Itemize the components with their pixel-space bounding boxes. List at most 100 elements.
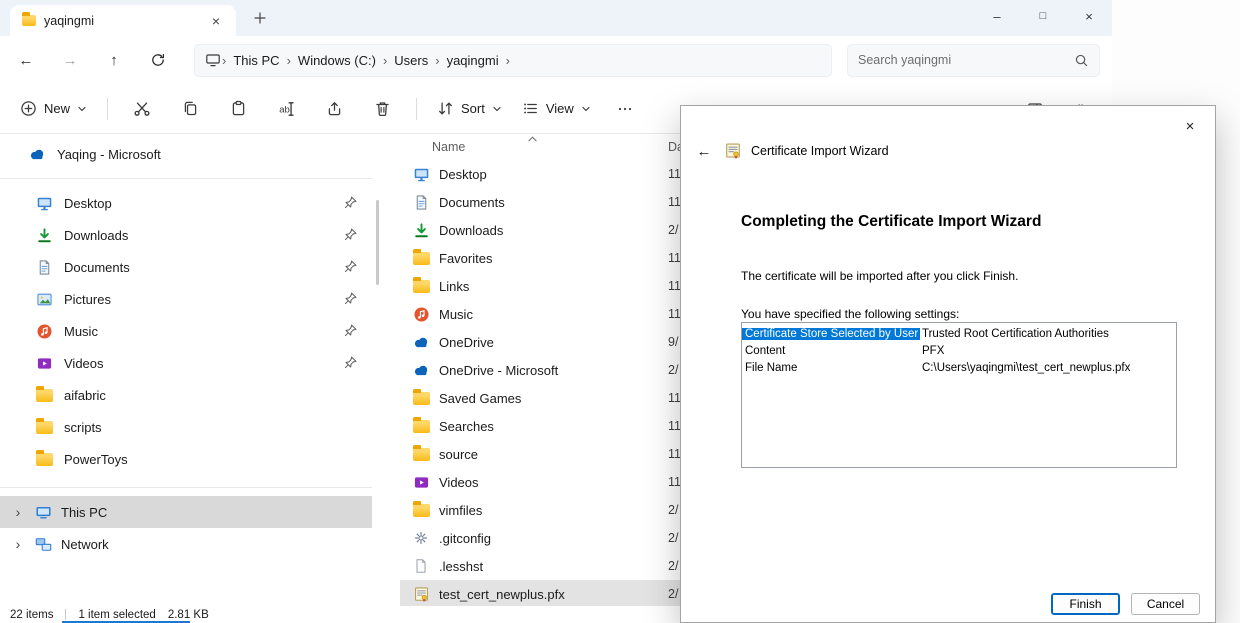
explorer-tab[interactable]: yaqingmi × xyxy=(10,5,236,36)
maximize-button[interactable]: □ xyxy=(1020,0,1066,32)
sidebar-scrollbar[interactable] xyxy=(376,200,379,285)
column-header-name[interactable]: Name xyxy=(432,140,465,154)
file-name: .lesshst xyxy=(439,559,483,574)
pictures-icon xyxy=(36,291,53,308)
scissors-icon xyxy=(133,100,151,118)
pin-icon xyxy=(343,323,358,338)
folder-icon xyxy=(22,15,36,26)
refresh-button[interactable] xyxy=(136,42,180,78)
this-pc-icon xyxy=(205,52,221,68)
back-button[interactable]: ← xyxy=(4,42,48,78)
sidebar-item-desktop[interactable]: Desktop xyxy=(6,187,366,219)
gear-icon xyxy=(412,530,430,546)
window-controls: – □ × xyxy=(974,0,1112,32)
setting-key: Content xyxy=(742,345,920,357)
certificate-icon xyxy=(412,586,430,603)
setting-row[interactable]: Certificate Store Selected by User Trust… xyxy=(742,325,1176,342)
refresh-icon xyxy=(150,52,166,68)
setting-row[interactable]: Content PFX xyxy=(742,342,1176,359)
sidebar-item-pictures[interactable]: Pictures xyxy=(6,283,366,315)
view-button-label: View xyxy=(546,101,574,116)
file-date: 2/ xyxy=(668,559,678,573)
selection-size: 2.81 KB xyxy=(168,609,209,621)
wizard-header: ← Certificate Import Wizard xyxy=(693,142,889,160)
setting-value: PFX xyxy=(920,345,944,357)
dialog-title: Certificate Import Wizard xyxy=(751,144,889,158)
new-tab-button[interactable] xyxy=(246,7,274,29)
sidebar-item-downloads[interactable]: Downloads xyxy=(6,219,366,251)
rename-button[interactable]: ab xyxy=(265,92,307,126)
up-button[interactable]: ↑ xyxy=(92,42,136,78)
folder-icon xyxy=(412,448,430,461)
view-button[interactable]: View xyxy=(512,92,601,126)
search-input[interactable]: Search yaqingmi xyxy=(847,44,1100,77)
paste-button[interactable] xyxy=(217,92,259,126)
navigation-pane: Yaqing - Microsoft Desktop Downloads Doc… xyxy=(0,134,372,606)
onedrive-cloud-icon xyxy=(412,363,430,377)
breadcrumb-item-users[interactable]: Users xyxy=(388,53,434,68)
file-date: 2/ xyxy=(668,223,678,237)
folder-icon xyxy=(412,252,430,265)
file-name: Links xyxy=(439,279,469,294)
folder-icon xyxy=(412,280,430,293)
share-icon xyxy=(326,100,343,117)
close-button[interactable]: × xyxy=(1066,0,1112,32)
sidebar-item-label: aifabric xyxy=(64,388,106,403)
cancel-button[interactable]: Cancel xyxy=(1131,593,1200,615)
sidebar-item-label: Videos xyxy=(64,356,104,371)
chevron-right-icon[interactable]: › xyxy=(10,504,26,520)
folder-icon xyxy=(412,420,430,433)
file-name: Music xyxy=(439,307,473,322)
settings-list[interactable]: Certificate Store Selected by User Trust… xyxy=(741,322,1177,468)
downloads-icon xyxy=(412,222,430,239)
sidebar-item-powertoys[interactable]: PowerToys xyxy=(6,443,366,475)
share-button[interactable] xyxy=(313,92,355,126)
svg-text:ab: ab xyxy=(279,104,290,115)
sidebar-item-onedrive[interactable]: Yaqing - Microsoft xyxy=(0,138,372,170)
tab-title: yaqingmi xyxy=(44,14,94,28)
paste-icon xyxy=(230,100,247,117)
cut-button[interactable] xyxy=(121,92,163,126)
file-name: source xyxy=(439,447,478,462)
file-date: 2/ xyxy=(668,587,678,601)
sidebar-item-network[interactable]: › Network xyxy=(0,528,372,560)
sidebar-item-aifabric[interactable]: aifabric xyxy=(6,379,366,411)
sort-ascending-icon xyxy=(528,131,537,145)
search-icon xyxy=(1074,53,1089,68)
new-button[interactable]: New xyxy=(10,92,97,126)
desktop-icon xyxy=(412,166,430,183)
folder-icon xyxy=(36,389,53,402)
forward-button[interactable]: → xyxy=(48,42,92,78)
more-button[interactable] xyxy=(604,92,646,126)
dialog-close-button[interactable]: × xyxy=(1173,114,1207,138)
breadcrumb-item-this-pc[interactable]: This PC xyxy=(227,53,285,68)
sidebar-item-this-pc[interactable]: › This PC xyxy=(0,496,372,528)
chevron-right-icon[interactable]: › xyxy=(10,536,26,552)
sidebar-item-scripts[interactable]: scripts xyxy=(6,411,366,443)
status-bar-divider xyxy=(65,609,66,620)
wizard-back-button[interactable]: ← xyxy=(693,143,715,160)
sort-button[interactable]: Sort xyxy=(427,92,512,126)
toolbar-divider xyxy=(107,98,108,120)
breadcrumb-item-windows-c[interactable]: Windows (C:) xyxy=(292,53,382,68)
breadcrumb[interactable]: › This PC › Windows (C:) › Users › yaqin… xyxy=(194,44,832,77)
sidebar-item-label: Yaqing - Microsoft xyxy=(57,147,161,162)
view-icon xyxy=(522,100,539,117)
setting-row[interactable]: File Name C:\Users\yaqingmi\test_cert_ne… xyxy=(742,359,1176,376)
file-name: vimfiles xyxy=(439,503,482,518)
file-name: Desktop xyxy=(439,167,487,182)
setting-key: File Name xyxy=(742,362,920,374)
finish-button[interactable]: Finish xyxy=(1051,593,1120,615)
sidebar-item-documents[interactable]: Documents xyxy=(6,251,366,283)
breadcrumb-item-yaqingmi[interactable]: yaqingmi xyxy=(441,53,505,68)
file-name: Favorites xyxy=(439,251,492,266)
tab-close-icon[interactable]: × xyxy=(204,11,228,31)
sidebar-item-music[interactable]: Music xyxy=(6,315,366,347)
copy-button[interactable] xyxy=(169,92,211,126)
sort-icon xyxy=(437,100,454,117)
downloads-icon xyxy=(36,227,53,244)
sidebar-item-videos[interactable]: Videos xyxy=(6,347,366,379)
minimize-button[interactable]: – xyxy=(974,0,1020,32)
delete-button[interactable] xyxy=(361,92,403,126)
chevron-down-icon xyxy=(77,104,87,114)
